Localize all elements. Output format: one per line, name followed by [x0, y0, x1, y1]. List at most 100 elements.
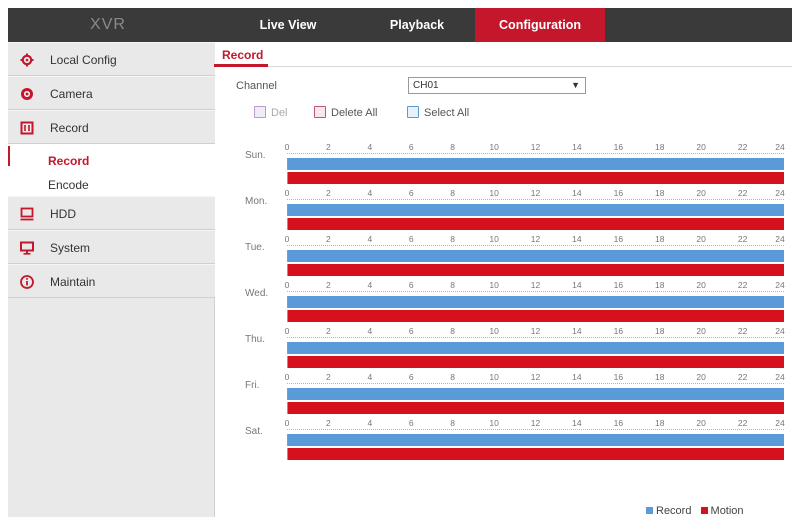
record-schedule-bar[interactable]	[287, 204, 784, 216]
day-timeline[interactable]: 0 2 4 6 8 10 12 14 16 18 20 22 24	[285, 186, 785, 232]
day-timeline[interactable]: 0 2 4 6 8 10 12 14 16 18 20 22 24	[285, 324, 785, 370]
hour-tick-label: 0	[284, 142, 290, 152]
legend-motion-label: Motion	[710, 505, 744, 517]
channel-select[interactable]: CH01 ▼	[408, 77, 586, 94]
tab-configuration[interactable]: Configuration	[475, 8, 605, 42]
motion-schedule-bar[interactable]	[287, 356, 784, 368]
sidebar-item-hdd[interactable]: HDD	[8, 196, 215, 230]
select-all-button-label: Select All	[424, 107, 470, 119]
hour-tick-label: 0	[284, 280, 290, 290]
motion-schedule-bar[interactable]	[287, 218, 784, 230]
hour-tick-label: 24	[775, 280, 785, 290]
schedule-row: Wed. 0 2 4 6 8 10 12 14 16 18 20 22 24	[240, 278, 792, 324]
hour-tick-label: 12	[530, 326, 541, 336]
hour-tick-label: 24	[775, 326, 785, 336]
hour-tick-label: 18	[655, 142, 665, 152]
hour-tick-label: 16	[613, 280, 624, 290]
hour-tick-label: 4	[367, 188, 373, 198]
sidebar-item-label: System	[50, 241, 91, 255]
hour-tick-label: 18	[655, 188, 665, 198]
hour-tick-label: 2	[326, 418, 331, 428]
day-timeline[interactable]: 0 2 4 6 8 10 12 14 16 18 20 22 24	[284, 140, 785, 186]
hour-ticks: 0 2 4 6 8 10 12 14 16 18 20 22 24	[285, 370, 785, 388]
motion-schedule-bar[interactable]	[287, 448, 784, 460]
delete-all-button[interactable]: Delete All	[314, 106, 377, 122]
record-schedule-bar[interactable]	[287, 342, 784, 354]
hour-tick-label: 6	[408, 326, 414, 336]
day-label: Thu.	[245, 334, 266, 345]
hour-tick-label: 18	[655, 280, 665, 290]
sidebar-item-local-config[interactable]: Local Config	[8, 42, 215, 76]
select-all-button[interactable]: Select All	[407, 106, 469, 122]
hour-tick-label: 10	[489, 280, 499, 290]
hour-tick-label: 16	[613, 142, 624, 152]
hour-ticks: 0 2 4 6 8 10 12 14 16 18 20 22 24	[284, 416, 785, 434]
legend-record-label: Record	[656, 505, 692, 517]
record-schedule-bar[interactable]	[287, 296, 784, 308]
sidebar-item-system[interactable]: System	[8, 230, 215, 264]
sidebar-item-label: Local Config	[50, 53, 117, 67]
hour-ticks: 0 2 4 6 8 10 12 14 16 18 20 22 24	[285, 232, 785, 250]
day-timeline[interactable]: 0 2 4 6 8 10 12 14 16 18 20 22 24	[285, 232, 785, 278]
title-active-underline	[214, 64, 268, 67]
day-label: Fri.	[245, 380, 260, 391]
day-timeline[interactable]: 0 2 4 6 8 10 12 14 16 18 20 22 24	[284, 416, 785, 462]
del-button[interactable]: Del	[254, 106, 288, 122]
hour-tick-label: 2	[326, 372, 331, 382]
delete-all-icon	[314, 106, 326, 118]
hour-tick-label: 4	[367, 234, 373, 244]
hour-tick-label: 14	[572, 372, 582, 382]
hour-tick-label: 8	[450, 142, 456, 152]
title-divider	[214, 66, 792, 67]
hour-tick-label: 12	[530, 234, 541, 244]
record-schedule-bar[interactable]	[287, 250, 784, 262]
motion-schedule-bar[interactable]	[287, 172, 784, 184]
tab-playback[interactable]: Playback	[364, 8, 470, 42]
hour-tick-label: 24	[775, 372, 785, 382]
sidebar-item-maintain[interactable]: Maintain	[8, 264, 215, 298]
day-timeline[interactable]: 0 2 4 6 8 10 12 14 16 18 20 22 24	[284, 278, 785, 324]
hour-guide-line	[287, 337, 784, 338]
hdd-icon	[20, 207, 34, 221]
hour-tick-label: 6	[408, 234, 414, 244]
hour-tick-label: 8	[450, 234, 456, 244]
hour-tick-label: 16	[613, 234, 624, 244]
delete-icon	[254, 106, 266, 118]
day-label: Tue.	[245, 242, 265, 253]
tab-live-view[interactable]: Live View	[238, 8, 338, 42]
hour-guide-line	[287, 429, 784, 430]
hour-tick-label: 6	[408, 372, 414, 382]
schedule-row: Sat. 0 2 4 6 8 10 12 14 16 18 20 22 24	[240, 416, 792, 462]
motion-schedule-bar[interactable]	[287, 264, 784, 276]
legend-record-swatch	[646, 507, 653, 514]
hour-tick-label: 4	[367, 326, 373, 336]
submenu-item-record[interactable]: Record	[48, 154, 89, 168]
sidebar-item-camera[interactable]: Camera	[8, 76, 215, 110]
sidebar-item-label: Camera	[50, 87, 93, 101]
del-button-label: Del	[271, 107, 288, 119]
hour-tick-label: 10	[489, 326, 499, 336]
hour-tick-label: 18	[655, 418, 665, 428]
hour-tick-label: 8	[450, 372, 456, 382]
record-schedule-bar[interactable]	[287, 434, 784, 446]
hour-ticks: 0 2 4 6 8 10 12 14 16 18 20 22 24	[284, 140, 785, 158]
record-schedule-bar[interactable]	[287, 158, 784, 170]
sidebar-item-record[interactable]: Record	[8, 110, 215, 144]
motion-schedule-bar[interactable]	[287, 310, 784, 322]
motion-schedule-bar[interactable]	[287, 402, 784, 414]
day-timeline[interactable]: 0 2 4 6 8 10 12 14 16 18 20 22 24	[285, 370, 785, 416]
legend-motion: Motion	[700, 505, 744, 517]
hour-tick-label: 2	[326, 188, 331, 198]
hour-tick-label: 2	[326, 326, 331, 336]
submenu-item-encode[interactable]: Encode	[48, 178, 89, 192]
chevron-down-icon: ▼	[571, 80, 580, 90]
hour-tick-label: 20	[696, 418, 706, 428]
hour-tick-label: 8	[450, 326, 456, 336]
hour-tick-label: 10	[489, 142, 499, 152]
hour-tick-label: 18	[655, 326, 665, 336]
record-schedule-bar[interactable]	[287, 388, 784, 400]
hour-tick-label: 24	[775, 234, 785, 244]
day-label: Sun.	[245, 150, 266, 161]
hour-tick-label: 0	[284, 418, 290, 428]
hour-tick-label: 4	[367, 142, 373, 152]
